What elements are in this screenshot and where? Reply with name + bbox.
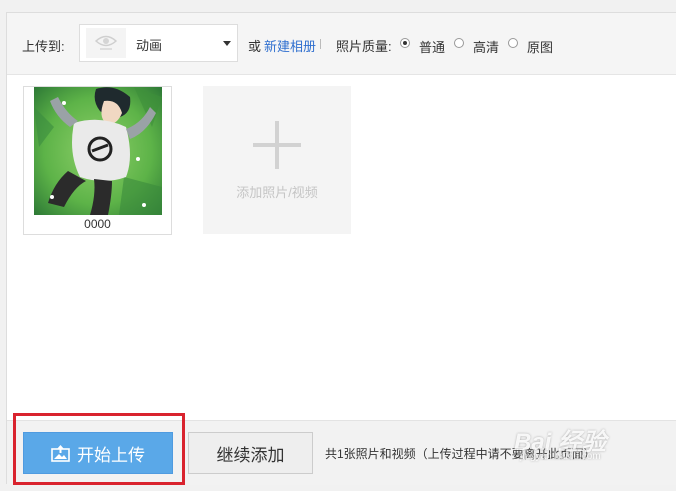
plus-icon (253, 121, 301, 169)
toolbar-divider (320, 39, 321, 49)
anime-character-image (34, 87, 162, 215)
quality-option-label: 普通 (419, 39, 446, 55)
add-photo-video-label: 添加照片/视频 (236, 185, 318, 200)
radio-hd[interactable] (454, 38, 464, 48)
chevron-down-icon (223, 41, 231, 46)
radio-original[interactable] (508, 38, 518, 48)
start-upload-button[interactable]: 开始上传 (23, 432, 173, 474)
photo-thumbnail[interactable] (34, 87, 162, 215)
upload-count-text: 共1张照片和视频（上传过程中请不要离开此页面） (325, 447, 596, 461)
photo-name: 0000 (84, 217, 111, 231)
upload-panel: 上传到: 动画 或 新建相册 照片质量: 普通 高清 原图 0000 添加照片/… (6, 12, 676, 485)
upload-to-label: 上传到: (22, 39, 65, 54)
album-cover-placeholder (86, 28, 126, 58)
quality-option-original[interactable]: 原图 (508, 33, 554, 55)
photo-item[interactable]: 0000 (23, 86, 172, 235)
quality-option-label: 高清 (473, 39, 500, 55)
album-select[interactable]: 动画 (79, 24, 238, 62)
photo-grid: 0000 添加照片/视频 (7, 75, 676, 420)
upload-footer: 开始上传 继续添加 共1张照片和视频（上传过程中请不要离开此页面） (7, 420, 676, 485)
start-upload-label: 开始上传 (77, 445, 145, 465)
album-selected-value: 动画 (136, 38, 163, 53)
quality-option-hd[interactable]: 高清 (454, 33, 500, 55)
radio-normal[interactable] (400, 38, 410, 48)
eye-icon (94, 35, 118, 50)
new-album-link[interactable]: 新建相册 (264, 36, 316, 55)
or-label: 或 (248, 39, 262, 54)
upload-image-icon (51, 444, 70, 462)
quality-option-normal[interactable]: 普通 (400, 33, 446, 55)
continue-add-button[interactable]: 继续添加 (188, 432, 313, 474)
upload-toolbar: 上传到: 动画 或 新建相册 照片质量: 普通 高清 原图 (7, 13, 676, 75)
continue-add-label: 继续添加 (216, 445, 285, 465)
quality-option-label: 原图 (527, 39, 554, 55)
quality-label: 照片质量: (336, 39, 392, 54)
add-photo-video-tile[interactable]: 添加照片/视频 (203, 86, 351, 234)
